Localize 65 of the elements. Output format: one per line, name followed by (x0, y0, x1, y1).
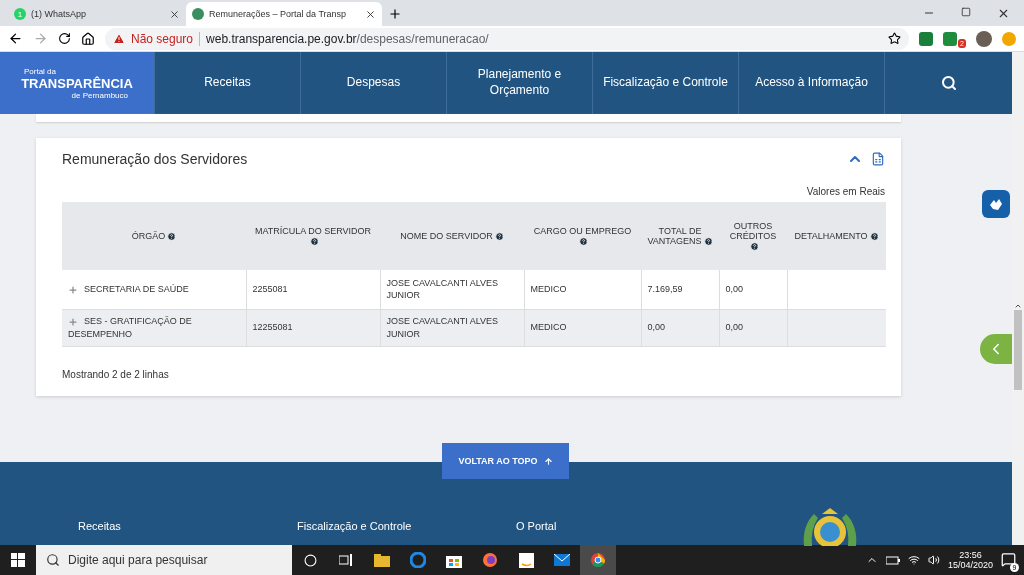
search-icon (46, 553, 60, 567)
extension-icon[interactable] (943, 31, 958, 46)
back-icon[interactable] (8, 31, 23, 46)
footer-link[interactable]: O Portal (516, 520, 735, 545)
site-logo[interactable]: Portal da TRANSPARÊNCIA de Pernambuco (0, 52, 154, 114)
clock[interactable]: 23:56 15/04/2020 (947, 550, 993, 570)
table-cell: 7.169,59 (641, 270, 719, 309)
close-icon[interactable] (365, 8, 376, 20)
footer-link[interactable]: Fiscalização e Controle (297, 520, 516, 545)
scroll-up-icon[interactable] (1014, 302, 1022, 310)
chrome-icon[interactable] (580, 545, 616, 575)
column-header: DETALHAMENTO (787, 202, 886, 270)
help-icon[interactable] (749, 242, 759, 252)
column-header: OUTROS CRÉDITOS (719, 202, 787, 270)
table-cell: MEDICO (524, 309, 641, 346)
battery-icon[interactable] (885, 555, 900, 565)
favicon-icon: 1 (14, 8, 26, 20)
table-cell: MEDICO (524, 270, 641, 309)
units-label: Valores em Reais (805, 186, 885, 197)
table-cell: SECRETARIA DE SAÚDE (62, 270, 246, 309)
accessibility-button[interactable] (982, 190, 1010, 218)
help-icon[interactable] (579, 237, 588, 247)
table-cell: 2255081 (246, 270, 380, 309)
expand-icon[interactable] (68, 284, 78, 295)
table-cell: SES - GRATIFICAÇÃO DE DESEMPENHO (62, 309, 246, 346)
warning-icon (113, 32, 125, 45)
help-icon[interactable] (703, 237, 713, 247)
table-cell: 0,00 (719, 270, 787, 309)
column-header: MATRÍCULA DO SERVIDOR (246, 202, 380, 270)
restore-icon[interactable] (961, 6, 971, 17)
help-icon[interactable] (167, 232, 177, 242)
table-cell: 0,00 (719, 309, 787, 346)
reload-icon[interactable] (58, 32, 71, 45)
column-header: ÓRGÃO (62, 202, 246, 270)
wifi-icon[interactable] (907, 554, 920, 566)
back-to-top-button[interactable]: VOLTAR AO TOPO (442, 443, 569, 479)
column-header: CARGO OU EMPREGO (524, 202, 641, 270)
search-icon (940, 75, 957, 91)
column-header: NOME DO SERVIDOR (380, 202, 524, 270)
new-tab-icon[interactable] (388, 7, 402, 21)
help-icon[interactable] (869, 232, 879, 242)
table-cell: 12255081 (246, 309, 380, 346)
table-cell: JOSE CAVALCANTI ALVES JUNIOR (380, 309, 524, 346)
favicon-icon (192, 8, 204, 20)
help-icon[interactable] (494, 232, 504, 242)
avatar-icon[interactable] (976, 30, 992, 47)
help-icon[interactable] (309, 237, 319, 247)
close-icon[interactable] (169, 8, 180, 20)
panel-title: Remuneração dos Servidores (62, 151, 249, 167)
taskbar-search-field[interactable]: Digite aqui para pesquisar (36, 545, 292, 575)
column-header: TOTAL DE VANTAGENS (641, 202, 719, 270)
spreadsheet-icon[interactable] (871, 152, 885, 166)
extension-icon[interactable] (919, 31, 934, 46)
volume-icon[interactable] (927, 554, 940, 566)
star-icon[interactable] (888, 32, 902, 45)
arrow-up-icon (543, 456, 553, 466)
address-field[interactable]: Não seguro web.transparencia.pe.gov.br/despesas/remuneracao/ (105, 27, 910, 50)
table-cell: JOSE CAVALCANTI ALVES JUNIOR (380, 270, 524, 309)
footer-link[interactable]: Receitas (78, 520, 297, 545)
summary-text: Mostrando 2 de 2 linhas (62, 368, 170, 380)
table-cell: 0,00 (641, 309, 719, 346)
browser-tab[interactable]: 1 (1) WhatsApp (8, 2, 186, 26)
browser-tab[interactable]: Remunerações – Portal da Transp (186, 2, 382, 26)
scrollbar-thumb[interactable] (1014, 310, 1022, 390)
home-icon[interactable] (81, 31, 95, 46)
